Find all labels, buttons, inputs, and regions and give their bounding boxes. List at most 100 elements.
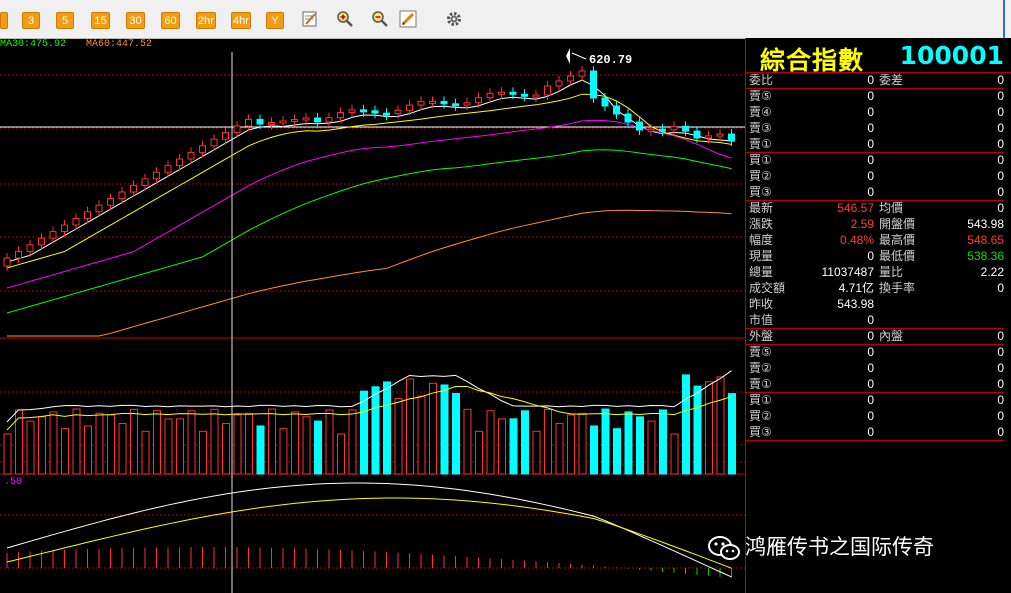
stat-row-label2: 最低價 (879, 249, 916, 263)
sell-row-2-value: 0 (867, 361, 874, 375)
candle-body (670, 125, 678, 131)
buy-row-value: 0 (867, 153, 874, 167)
stat-row-label: 幅度 (749, 233, 774, 247)
volume-bar (647, 420, 656, 475)
candle-body (15, 250, 22, 259)
moving-average-lines (6, 79, 732, 337)
volume-bar (716, 376, 725, 475)
ma20-line (6, 119, 732, 289)
candle-body (659, 128, 666, 132)
candle-body (555, 80, 563, 87)
candle-body (452, 103, 459, 107)
candle-body (49, 231, 57, 239)
sell-row: 賣③ 0 0 (746, 120, 1004, 136)
candle-body (417, 100, 425, 106)
buy-row-value2: 0 (997, 153, 1004, 167)
volume-bar (210, 408, 219, 475)
period-button-30[interactable]: 30 (126, 12, 145, 29)
buy-row-label: 買① (749, 153, 772, 167)
stat-row-value2: 2.22 (980, 265, 1004, 279)
wechat-logo-icon (708, 536, 740, 560)
volume-bar (406, 378, 414, 475)
volume-bar (26, 420, 35, 475)
stat-row-value2: 538.36 (967, 249, 1004, 263)
period-button-5[interactable]: 5 (56, 12, 74, 29)
stat-row: 最新 546.57 均價 0 (746, 200, 1004, 216)
candle-body (406, 104, 413, 111)
volume-bar (659, 409, 667, 475)
candle-body (693, 130, 701, 139)
draw-icon[interactable] (398, 10, 418, 30)
candle-body (624, 113, 632, 123)
kline-chart[interactable]: 620.79 .50 (0, 38, 745, 593)
volume-bar (590, 425, 598, 475)
watermark: 鸿雁传书之国际传奇 (707, 531, 934, 561)
volume-bar (348, 409, 357, 475)
period-button-3[interactable]: 3 (22, 12, 40, 29)
period-button-2hr[interactable]: 2hr (196, 12, 216, 29)
peak-marker: 620.79 (566, 48, 632, 67)
zoom-in-icon[interactable] (335, 10, 355, 30)
candle-body (210, 138, 218, 147)
candle-body (682, 125, 689, 132)
candle-body (647, 128, 655, 132)
candle-body (325, 117, 333, 123)
volume-bar (613, 428, 621, 475)
volume-bar (360, 390, 368, 475)
volume-bar (325, 409, 334, 475)
candle-body (371, 110, 379, 114)
volume-bar (107, 414, 115, 475)
buy-row: 買① 0 0 (746, 152, 1004, 168)
macd-indicator (6, 482, 732, 578)
candle-body (72, 217, 80, 226)
index-code: 100001 (899, 41, 1004, 70)
sell-row-value2: 0 (997, 121, 1004, 135)
stat-row-value2: 0 (997, 201, 1004, 215)
period-button-60[interactable]: 60 (161, 12, 180, 29)
buy-row-2-value2: 0 (997, 393, 1004, 407)
period-button-4hr[interactable]: 4hr (231, 12, 251, 29)
sell-row-2: 賣⑤ 0 0 (746, 344, 1004, 360)
candle-body (26, 244, 34, 252)
candle-body (509, 91, 517, 95)
volume-bar (38, 416, 46, 475)
stat-row-label2: 換手率 (879, 281, 916, 295)
candle-body (544, 85, 551, 96)
volume-bar (601, 408, 610, 475)
candlesticks (3, 66, 735, 271)
ma5-line (6, 79, 732, 263)
candle-body (279, 120, 287, 124)
indicator-scale-tick: .50 (4, 477, 22, 488)
buy-row-label: 買③ (749, 185, 772, 199)
buy-row-2: 買③ 0 0 (746, 424, 1004, 440)
outer-inner-row: 外盤 0 內盤 0 (746, 328, 1004, 344)
buy-row-2-value: 0 (867, 425, 874, 439)
ma60-label: MA60:447.52 (86, 39, 153, 50)
period-button-partial[interactable] (0, 12, 8, 29)
volume-bar (153, 410, 161, 475)
stat-row-value: 4.71亿 (838, 281, 874, 295)
candle-body (118, 191, 126, 200)
period-button-y[interactable]: Y (266, 12, 284, 29)
volume-bar (544, 408, 552, 475)
gear-icon[interactable] (444, 10, 464, 30)
weibi-row-label2: 委差 (879, 73, 904, 87)
zoom-out-icon[interactable] (370, 10, 390, 30)
volume-bar (486, 410, 495, 475)
stat-row-value: 546.57 (837, 201, 874, 215)
volume-bar (3, 433, 12, 475)
period-button-15[interactable]: 15 (91, 12, 110, 29)
edit-icon[interactable] (300, 10, 320, 30)
volume-bar (728, 393, 736, 475)
candle-body (222, 132, 229, 140)
volume-bar (682, 374, 690, 475)
stat-row-value: 11037487 (821, 265, 875, 279)
candle-body (716, 133, 724, 137)
volume-bar (693, 385, 702, 475)
volume-bar (670, 433, 679, 475)
candle-body (153, 171, 160, 180)
candle-body (728, 133, 735, 142)
buy-row-value2: 0 (997, 185, 1004, 199)
stat-row: 漲跌 2.59 開盤價 543.98 (746, 216, 1004, 232)
volume-bar (176, 418, 184, 475)
